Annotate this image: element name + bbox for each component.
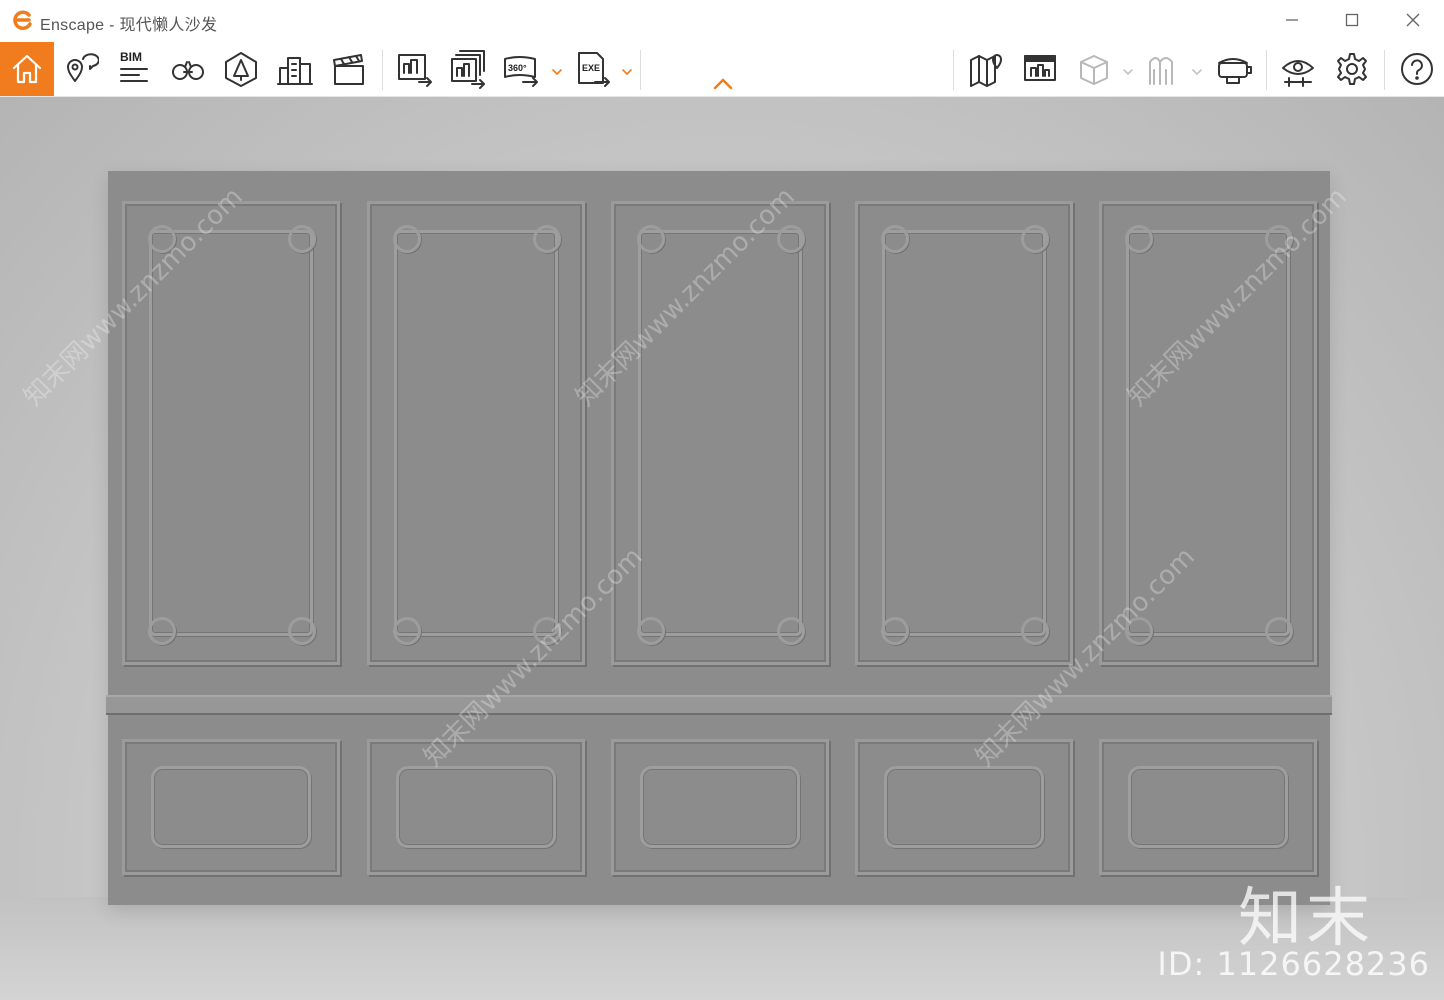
chevron-down-icon [1192, 69, 1202, 75]
people-icon [1149, 57, 1173, 85]
asset-library-icon [225, 52, 257, 87]
corner-ornament [533, 225, 561, 253]
location-pin-icon [67, 53, 99, 82]
map-pin-icon [970, 54, 1002, 87]
corner-ornament [637, 225, 665, 253]
panorama-label: 360° [508, 63, 527, 73]
toolbar-separator [1384, 50, 1385, 90]
lower-panel [367, 739, 585, 875]
cube-dropdown[interactable] [1121, 64, 1135, 75]
enscape-logo-icon [13, 10, 32, 30]
bim-list-icon: BIM [120, 50, 148, 82]
corner-ornament [1125, 225, 1153, 253]
walk-mode-button[interactable] [167, 48, 209, 90]
exe-export-icon: EXE [578, 52, 610, 87]
corner-ornament [1265, 617, 1293, 645]
panorama-360-icon: 360° [504, 56, 538, 87]
corner-ornament [393, 617, 421, 645]
views-button[interactable] [60, 48, 102, 90]
eye-settings-icon [1282, 60, 1314, 87]
screenshot-button[interactable] [394, 48, 436, 90]
minimize-button[interactable] [1262, 0, 1322, 40]
toolbar: BIM 360° EXE [0, 42, 1444, 97]
corner-ornament [777, 225, 805, 253]
map-button[interactable] [965, 48, 1007, 90]
corner-ornament [1021, 225, 1049, 253]
close-icon [1406, 13, 1420, 27]
corner-ornament [637, 617, 665, 645]
render-window-icon [1024, 55, 1056, 81]
chair-rail-molding [106, 695, 1332, 715]
title-bar: Enscape - 现代懒人沙发 [0, 0, 1444, 42]
minimize-icon [1286, 19, 1298, 21]
lower-panel [611, 739, 829, 875]
chevron-down-icon [552, 69, 562, 75]
corner-ornament [393, 225, 421, 253]
corner-ornament [148, 617, 176, 645]
binoculars-icon [172, 61, 204, 80]
upper-panel [367, 201, 585, 665]
lower-panel [122, 739, 340, 875]
batch-render-button[interactable] [447, 48, 489, 90]
buildings-icon [277, 57, 313, 85]
video-editor-button[interactable] [328, 48, 370, 90]
corner-ornament [881, 617, 909, 645]
window-title: Enscape - 现代懒人沙发 [40, 17, 218, 34]
lower-panel [1099, 739, 1317, 875]
upper-panel [855, 201, 1073, 665]
corner-ornament [288, 225, 316, 253]
people-button[interactable] [1142, 48, 1184, 90]
lower-panel [855, 739, 1073, 875]
chevron-up-icon [713, 78, 733, 90]
exe-label: EXE [582, 63, 600, 73]
vr-headset-button[interactable] [1212, 48, 1254, 90]
corner-ornament [1021, 617, 1049, 645]
corner-ornament [288, 617, 316, 645]
panorama-button[interactable]: 360° [500, 48, 542, 90]
toolbar-separator [953, 50, 954, 90]
people-dropdown[interactable] [1190, 64, 1204, 75]
panorama-dropdown[interactable] [550, 64, 564, 75]
cube-button[interactable] [1073, 48, 1115, 90]
standalone-export-button[interactable]: EXE [572, 48, 614, 90]
maximize-icon [1345, 13, 1359, 27]
buildings-button[interactable] [274, 48, 316, 90]
vr-headset-icon [1218, 58, 1252, 84]
cube-icon [1080, 55, 1108, 85]
home-button[interactable] [0, 42, 54, 96]
watermark-id: ID: 1126628236 [1157, 945, 1430, 983]
toolbar-separator [1266, 50, 1267, 90]
maximize-button[interactable] [1322, 0, 1382, 40]
toolbar-separator [640, 50, 641, 90]
visual-settings-button[interactable] [1277, 48, 1319, 90]
render-settings-button[interactable] [1019, 48, 1061, 90]
standalone-dropdown[interactable] [620, 64, 634, 75]
home-icon [12, 54, 42, 84]
corner-ornament [777, 617, 805, 645]
help-button[interactable] [1396, 48, 1438, 90]
asset-library-button[interactable] [220, 48, 262, 90]
settings-button[interactable] [1331, 48, 1373, 90]
bim-button[interactable]: BIM [113, 48, 155, 90]
screenshot-export-icon [398, 54, 432, 87]
help-icon [1401, 53, 1433, 85]
close-button[interactable] [1383, 0, 1443, 40]
chevron-down-icon [622, 69, 632, 75]
bim-label: BIM [120, 50, 142, 64]
toolbar-separator [382, 50, 383, 90]
corner-ornament [881, 225, 909, 253]
chevron-down-icon [1123, 69, 1133, 75]
gear-icon [1337, 53, 1367, 85]
clapperboard-icon [333, 54, 364, 85]
collapse-toolbar-button[interactable] [712, 76, 734, 92]
render-viewport[interactable]: 知末网www.znzmo.com 知末网www.znzmo.com 知末网www… [0, 97, 1444, 1000]
batch-render-icon [451, 50, 485, 89]
